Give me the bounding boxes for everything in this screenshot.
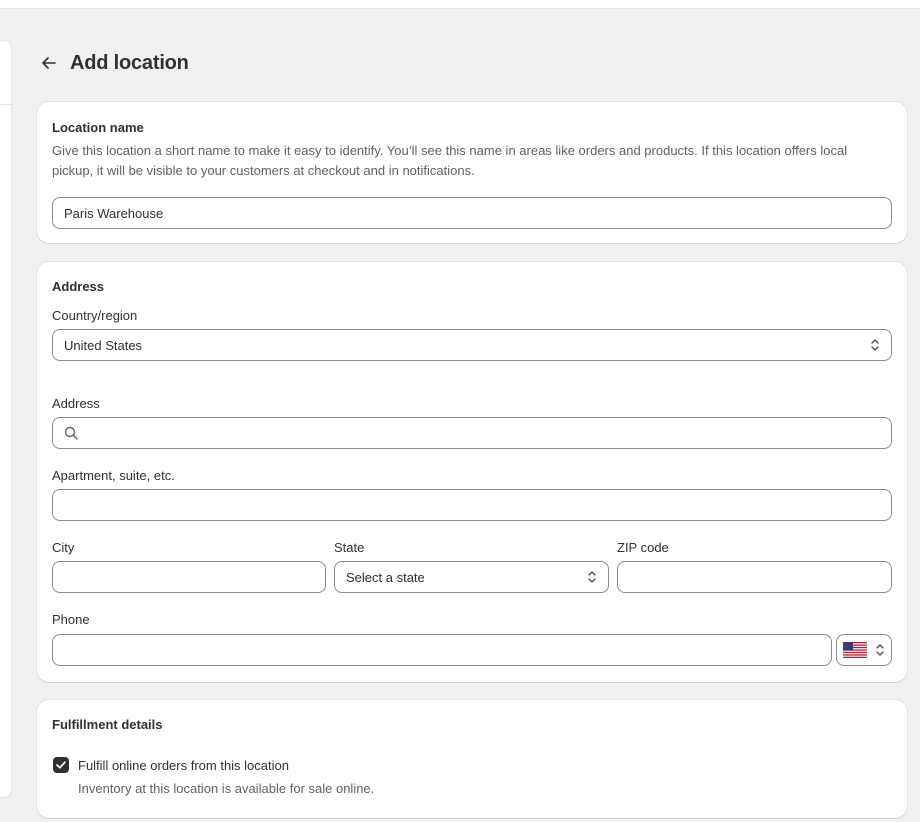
- location-name-title: Location name: [52, 120, 144, 135]
- page-header: Add location: [40, 50, 189, 76]
- page-title: Add location: [70, 51, 189, 74]
- apartment-input[interactable]: [52, 489, 892, 521]
- location-name-help: Give this location a short name to make …: [52, 143, 848, 178]
- country-label: Country/region: [52, 308, 138, 323]
- address-card: Address Country/region United States Add…: [37, 262, 907, 682]
- state-label: State: [334, 540, 365, 555]
- phone-label: Phone: [52, 612, 90, 627]
- address-label: Address: [52, 396, 100, 411]
- fulfill-online-checkbox[interactable]: [53, 757, 69, 773]
- select-chevron-icon: [587, 570, 597, 584]
- back-button[interactable]: [40, 54, 58, 72]
- city-label: City: [52, 540, 75, 555]
- side-panel-divider: [0, 104, 11, 105]
- top-bar: [0, 0, 920, 9]
- select-chevron-icon: [875, 643, 885, 657]
- zip-label: ZIP code: [617, 540, 669, 555]
- arrow-left-icon: [42, 57, 56, 69]
- search-icon: [64, 426, 78, 440]
- address-search-input[interactable]: [52, 417, 892, 449]
- fulfill-online-label: Fulfill online orders from this location: [78, 757, 289, 773]
- fulfill-online-help: Inventory at this location is available …: [78, 781, 375, 796]
- city-input[interactable]: [52, 561, 326, 593]
- fulfillment-title: Fulfillment details: [52, 717, 163, 732]
- state-select[interactable]: Select a state: [334, 561, 609, 593]
- apartment-label: Apartment, suite, etc.: [52, 468, 175, 483]
- fulfill-online-checkbox-row[interactable]: Fulfill online orders from this location: [53, 757, 289, 773]
- country-select[interactable]: United States: [52, 329, 892, 361]
- side-panel-edge: [0, 40, 12, 798]
- state-value: Select a state: [346, 569, 425, 585]
- location-name-card: Location name Give this location a short…: [37, 102, 907, 243]
- select-chevron-icon: [870, 338, 880, 352]
- zip-input[interactable]: [617, 561, 892, 593]
- location-name-value: Paris Warehouse: [64, 205, 164, 221]
- checkmark-icon: [56, 761, 66, 769]
- address-title: Address: [52, 279, 105, 294]
- phone-country-select[interactable]: [836, 634, 892, 666]
- country-value: United States: [64, 337, 143, 353]
- location-name-input[interactable]: Paris Warehouse: [52, 197, 892, 229]
- phone-input[interactable]: [52, 634, 832, 666]
- us-flag-icon: [843, 642, 867, 658]
- fulfillment-card: Fulfillment details Fulfill online order…: [37, 700, 907, 818]
